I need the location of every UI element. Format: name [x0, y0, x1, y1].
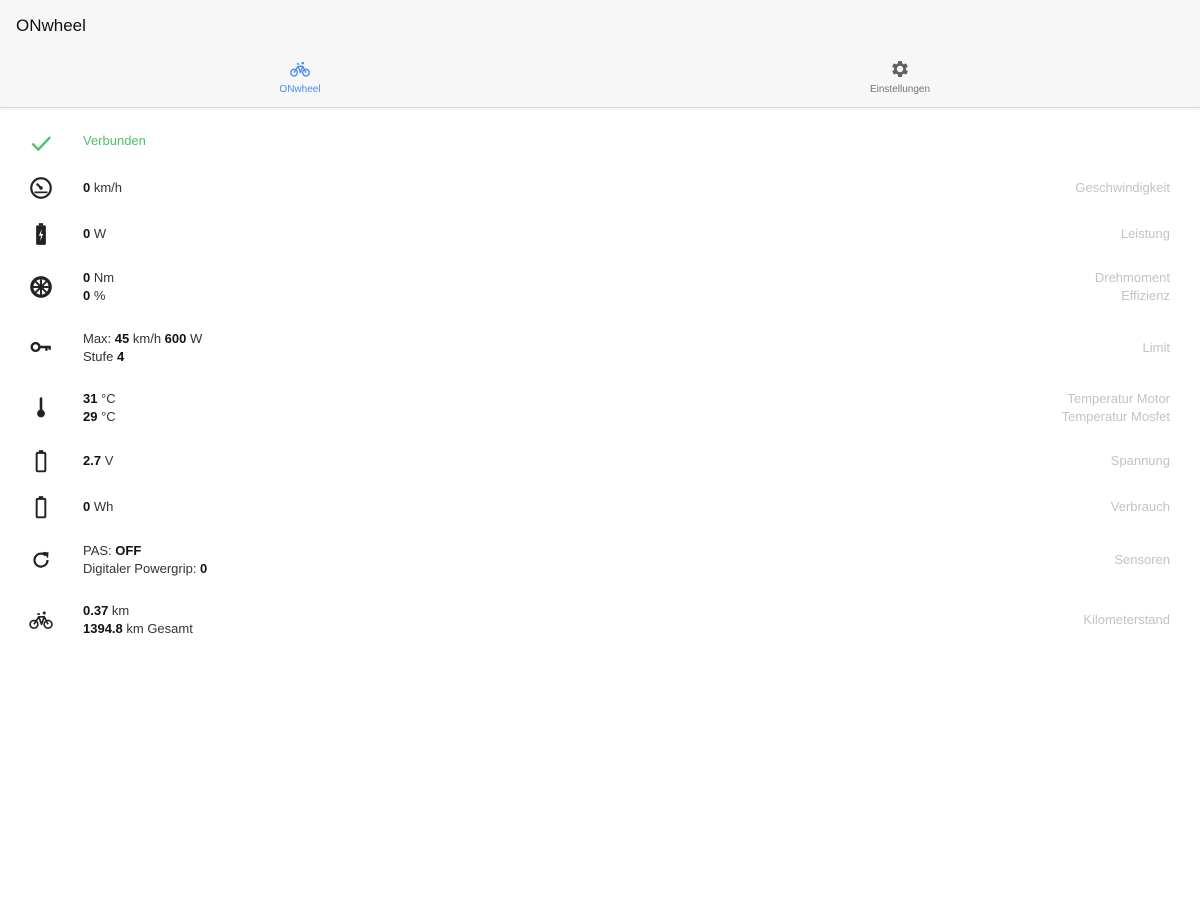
torque-values: 0 Nm 0 % [83, 269, 114, 305]
speed-value: 0 km/h [83, 180, 123, 195]
thermometer-icon [37, 397, 45, 418]
consumption-label: Verbrauch [1110, 499, 1170, 514]
motor-temp-label: Temperatur Motor [1067, 391, 1170, 406]
motor-temp: 31 °C [83, 391, 116, 406]
consumption-value: 0 Wh [83, 499, 114, 514]
gear-icon [892, 61, 908, 77]
key-icon [30, 341, 51, 353]
total-distance: 1394.8 km Gesamt [83, 621, 193, 636]
wheel-icon [30, 276, 52, 298]
app-title: ONwheel [16, 16, 86, 35]
odometer-values: 0.37 km 1394.8 km Gesamt [83, 602, 193, 638]
speedometer-icon [30, 177, 52, 199]
efficiency-value: 0 % [83, 288, 106, 303]
sensors-values: PAS: OFF Digitaler Powergrip: 0 [83, 542, 207, 578]
speed-label: Geschwindigkeit [1075, 180, 1170, 195]
voltage-label: Spannung [1110, 453, 1170, 468]
bicycle-icon [290, 61, 310, 77]
battery-charging-icon [36, 223, 46, 245]
temperature-labels: Temperatur Motor Temperatur Mosfet [1062, 390, 1170, 426]
voltage-value: 2.7 V [83, 453, 114, 468]
connection-status: Verbunden [83, 133, 146, 148]
sensors-label: Sensoren [1114, 552, 1170, 567]
power-value: 0 W [83, 226, 107, 241]
tab-onwheel[interactable]: ONwheel [200, 58, 400, 104]
limit-max: Max: 45 km/h 600 W [83, 331, 203, 346]
pas-status: PAS: OFF [83, 543, 142, 558]
limit-values: Max: 45 km/h 600 W Stufe 4 [83, 330, 202, 366]
refresh-icon [33, 551, 49, 568]
battery-outline-icon [35, 496, 47, 519]
battery-icon [35, 450, 47, 473]
mosfet-temp-label: Temperatur Mosfet [1061, 409, 1170, 424]
limit-stufe: Stufe 4 [83, 349, 125, 364]
torque-labels: Drehmoment Effizienz [1095, 269, 1170, 305]
tab-settings[interactable]: Einstellungen [800, 58, 1000, 104]
trip-distance: 0.37 km [83, 603, 130, 618]
odometer-label: Kilometerstand [1083, 612, 1170, 627]
power-label: Leistung [1120, 226, 1170, 241]
check-icon [31, 136, 52, 152]
efficiency-label: Effizienz [1121, 288, 1170, 303]
limit-label: Limit [1142, 340, 1170, 355]
app-bar: ONwheel ONwheel Einstellungen [0, 0, 1200, 108]
torque-label: Drehmoment [1094, 270, 1170, 285]
tab-label: Einstellungen [869, 84, 931, 95]
temperature-values: 31 °C 29 °C [83, 390, 116, 426]
powergrip-status: Digitaler Powergrip: 0 [83, 561, 208, 576]
tab-label: ONwheel [279, 84, 321, 95]
torque-value: 0 Nm [83, 270, 115, 285]
bicycle-icon [29, 611, 53, 630]
mosfet-temp: 29 °C [83, 409, 116, 424]
